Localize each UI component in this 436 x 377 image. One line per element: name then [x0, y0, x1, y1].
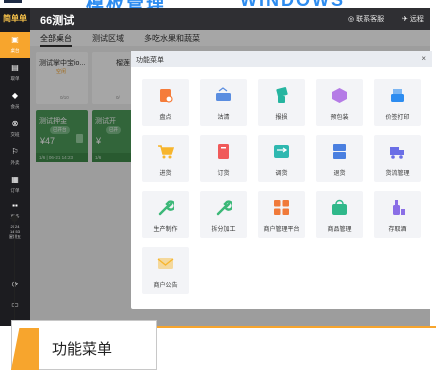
sidebar-item-shift[interactable]: ⊗ 交班	[0, 116, 30, 142]
monitor-icon[interactable]: ▭	[0, 300, 30, 309]
prepack-icon	[331, 87, 348, 104]
announcement-icon	[157, 255, 174, 272]
sidebar-item-label: 会员	[10, 104, 20, 109]
store-name: 66测试	[40, 15, 75, 27]
purchase-cart-icon	[157, 143, 175, 160]
top-header: 66测试 ◎ 联系客服 ✈ 远程	[30, 8, 430, 30]
sync-icon[interactable]: ⟳	[0, 280, 30, 289]
order-goods-icon	[215, 143, 232, 160]
headset-icon: ◎	[348, 16, 355, 23]
document-caption-band: 模板管理 WINDOWS	[0, 0, 436, 8]
sidebar-item-member[interactable]: ◆ 会员	[0, 88, 30, 114]
clock-weekday: 星期五	[9, 234, 21, 239]
sidebar-item-delivery[interactable]: ⚐ 外卖	[0, 144, 30, 170]
function-tile-label: 盘点	[159, 115, 172, 121]
remote-icon: ✈	[402, 16, 408, 23]
return-icon	[331, 143, 348, 160]
callout-leader-line	[14, 218, 15, 328]
caption-title-en: WINDOWS	[240, 0, 345, 8]
inventory-check-icon	[157, 87, 174, 104]
close-icon[interactable]: ×	[421, 54, 426, 63]
callout-label: 功能菜单	[52, 341, 113, 358]
function-tile-label: 沽清	[217, 115, 230, 121]
function-tile-label: 价签打印	[385, 115, 410, 121]
function-tile-label: 报损	[275, 115, 288, 121]
sidebar-item-order[interactable]: ▦ 订单	[0, 172, 30, 198]
function-menu-modal: 功能菜单 × 盘点 沽清 报损 预包装 价签打印进货 订货 调货 退货 货流管理生产制作 拆分加工…	[131, 51, 432, 309]
caption-title: 模板管理	[86, 0, 166, 8]
loss-report-icon	[273, 87, 290, 104]
sidebar-item-receipt[interactable]: ▤ 取单	[0, 60, 30, 86]
sidebar: 简单单 ▣ 桌台 ▤ 取单 ◆ 会员 ⊗ 交班 ⚐ 外卖 ▦ 订单 ▪▪ 更多	[0, 8, 30, 326]
sidebar-item-label: 取单	[10, 76, 20, 81]
function-tile-label: 拆分加工	[211, 227, 236, 233]
function-tile-return[interactable]: 退货	[316, 135, 363, 182]
sidebar-item-label: 桌台	[10, 48, 20, 53]
function-tile-label: 商户管理平台	[263, 227, 300, 233]
remote-link[interactable]: ✈ 远程	[402, 14, 424, 24]
receipt-icon: ▤	[11, 63, 19, 72]
function-tile-label: 商品管理	[327, 227, 352, 233]
goods-manage-icon	[331, 199, 348, 216]
customer-service-label: 联系客服	[356, 16, 385, 23]
merchant-platform-icon	[273, 199, 290, 216]
function-tile-label: 存取酒	[388, 227, 407, 233]
shift-icon: ⊗	[11, 119, 19, 128]
function-tile-inventory-check[interactable]: 盘点	[142, 79, 189, 126]
sidebar-item-label: 交班	[10, 132, 20, 137]
function-tile-loss-report[interactable]: 报损	[258, 79, 305, 126]
function-tile-transfer[interactable]: 调货	[258, 135, 305, 182]
sidebar-clock: 2024 14:53 星期五	[0, 224, 30, 239]
remote-label: 远程	[409, 16, 424, 23]
function-tile-logistics-truck[interactable]: 货流管理	[374, 135, 421, 182]
member-icon: ◆	[11, 91, 19, 100]
function-tile-label: 货流管理	[385, 171, 410, 177]
caption-marker	[4, 0, 22, 3]
function-tile-label: 进货	[159, 171, 172, 177]
function-tile-goods-manage[interactable]: 商品管理	[316, 191, 363, 238]
sidebar-item-label: 订单	[10, 188, 20, 193]
function-tile-announcement[interactable]: 商户公告	[142, 247, 189, 294]
sold-out-icon	[215, 87, 232, 104]
brand-logo: 简单单	[3, 14, 27, 23]
delivery-icon: ⚐	[11, 147, 19, 156]
function-tile-order-goods[interactable]: 订货	[200, 135, 247, 182]
function-tile-label: 调货	[275, 171, 288, 177]
function-tile-label: 商户公告	[153, 283, 178, 289]
wine-storage-icon	[389, 199, 406, 216]
production-wrench-icon	[157, 199, 176, 216]
customer-service-link[interactable]: ◎ 联系客服	[348, 14, 384, 24]
order-icon: ▦	[11, 175, 19, 184]
price-tag-print-icon	[389, 87, 406, 104]
logistics-truck-icon	[389, 143, 406, 160]
function-tile-prepack[interactable]: 预包装	[316, 79, 363, 126]
function-tile-price-tag-print[interactable]: 价签打印	[374, 79, 421, 126]
function-tile-label: 预包装	[330, 115, 349, 121]
modal-title: 功能菜单	[136, 57, 164, 64]
function-tile-production-wrench[interactable]: 生产制作	[142, 191, 189, 238]
sidebar-item-label: 外卖	[10, 160, 20, 165]
table-icon: ▣	[11, 35, 19, 44]
more-icon: ▪▪	[12, 201, 18, 210]
sidebar-item-table[interactable]: ▣ 桌台	[0, 32, 30, 58]
function-tile-label: 退货	[333, 171, 346, 177]
transfer-icon	[273, 143, 290, 160]
function-tile-label: 生产制作	[153, 227, 178, 233]
modal-header: 功能菜单 ×	[131, 51, 432, 67]
function-tile-label: 订货	[217, 171, 230, 177]
function-tile-sold-out[interactable]: 沽清	[200, 79, 247, 126]
function-tile-merchant-platform[interactable]: 商户管理平台	[258, 191, 305, 238]
function-tile-purchase-cart[interactable]: 进货	[142, 135, 189, 182]
function-tile-wine-storage[interactable]: 存取酒	[374, 191, 421, 238]
function-tile-split-wrench[interactable]: 拆分加工	[200, 191, 247, 238]
split-wrench-icon	[215, 199, 234, 216]
